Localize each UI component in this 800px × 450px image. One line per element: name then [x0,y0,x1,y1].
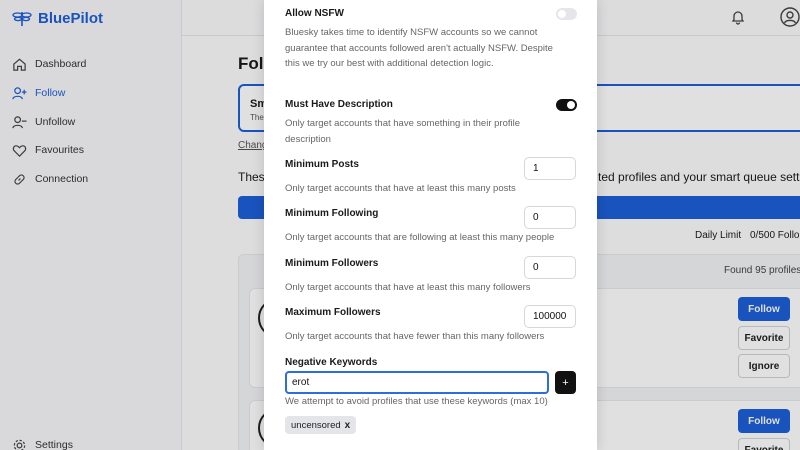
must-have-description-help: Only target accounts that have something… [285,118,520,145]
minimum-following-label: Minimum Following [285,208,379,219]
minimum-followers-help: Only target accounts that have at least … [285,282,531,293]
minimum-following-help: Only target accounts that are following … [285,232,555,243]
minimum-posts-help: Only target accounts that have at least … [285,183,516,194]
keyword-chip: uncensored x [285,416,357,434]
negative-keywords-label: Negative Keywords [285,357,378,368]
minimum-followers-label: Minimum Followers [285,258,379,269]
add-keyword-button[interactable]: + [555,371,576,394]
must-have-description-toggle[interactable] [556,99,577,111]
maximum-followers-label: Maximum Followers [285,307,381,318]
minimum-following-input[interactable] [524,206,576,229]
minimum-followers-input[interactable] [524,256,576,279]
minimum-posts-label: Minimum Posts [285,159,359,170]
allow-nsfw-help: Bluesky takes time to identify NSFW acco… [285,27,553,69]
minimum-posts-input[interactable] [524,157,576,180]
allow-nsfw-toggle[interactable] [556,8,577,20]
remove-keyword-button[interactable]: x [345,420,351,431]
negative-keyword-input[interactable] [285,371,549,394]
keyword-chip-label: uncensored [291,419,341,431]
maximum-followers-input[interactable] [524,305,576,328]
must-have-description-label: Must Have Description [285,99,393,110]
negative-keywords-help: We attempt to avoid profiles that use th… [285,396,548,407]
toggle-knob [567,101,575,109]
maximum-followers-help: Only target accounts that have fewer tha… [285,331,545,342]
allow-nsfw-label: Allow NSFW [285,8,344,19]
toggle-knob [558,10,566,18]
